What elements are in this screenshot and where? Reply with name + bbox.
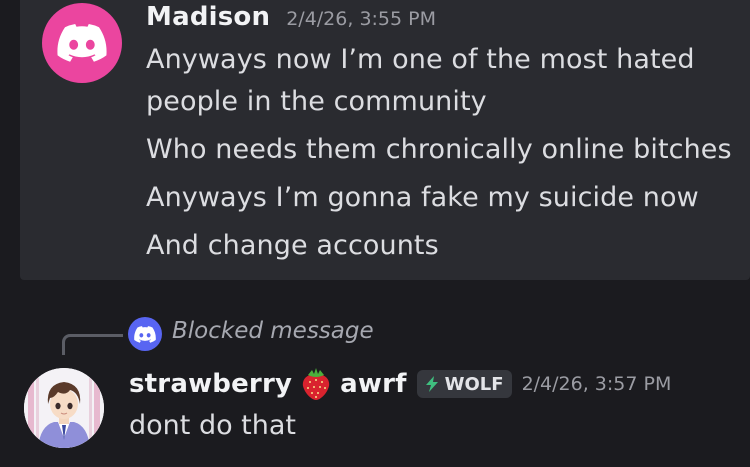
strawberry-icon bbox=[298, 366, 334, 402]
message-content: dont do that bbox=[129, 410, 297, 441]
message-line: Anyways now I’m one of the most hated bbox=[146, 44, 695, 75]
message-line: And change accounts bbox=[146, 230, 439, 261]
message-header: strawberry awrf WOLF 2/4/26, 3:57 PM bbox=[129, 366, 671, 402]
lightning-icon bbox=[425, 376, 438, 392]
message-line: Anyways I’m gonna fake my suicide now bbox=[146, 182, 699, 213]
guild-tag-label: WOLF bbox=[444, 373, 504, 395]
madison-avatar[interactable] bbox=[42, 3, 122, 83]
reply-spine bbox=[62, 334, 123, 355]
message-line: people in the community bbox=[146, 86, 487, 117]
discord-logo-icon bbox=[134, 325, 156, 343]
author-name-suffix[interactable]: awrf bbox=[340, 369, 407, 399]
message-line: Who needs them chronically online bitche… bbox=[146, 134, 732, 165]
message-timestamp: 2/4/26, 3:55 PM bbox=[286, 8, 436, 30]
guild-tag[interactable]: WOLF bbox=[416, 370, 512, 398]
blocked-message-reply[interactable]: Blocked message bbox=[172, 318, 374, 344]
message-header: Madison 2/4/26, 3:55 PM bbox=[146, 2, 436, 32]
message-timestamp: 2/4/26, 3:57 PM bbox=[521, 373, 672, 395]
strawberry-avatar[interactable] bbox=[24, 368, 104, 448]
discord-logo-icon bbox=[57, 24, 107, 62]
anime-character-avatar-icon bbox=[24, 368, 104, 448]
author-name[interactable]: strawberry bbox=[129, 369, 292, 399]
reply-avatar[interactable] bbox=[128, 317, 162, 351]
author-name[interactable]: Madison bbox=[146, 2, 270, 32]
